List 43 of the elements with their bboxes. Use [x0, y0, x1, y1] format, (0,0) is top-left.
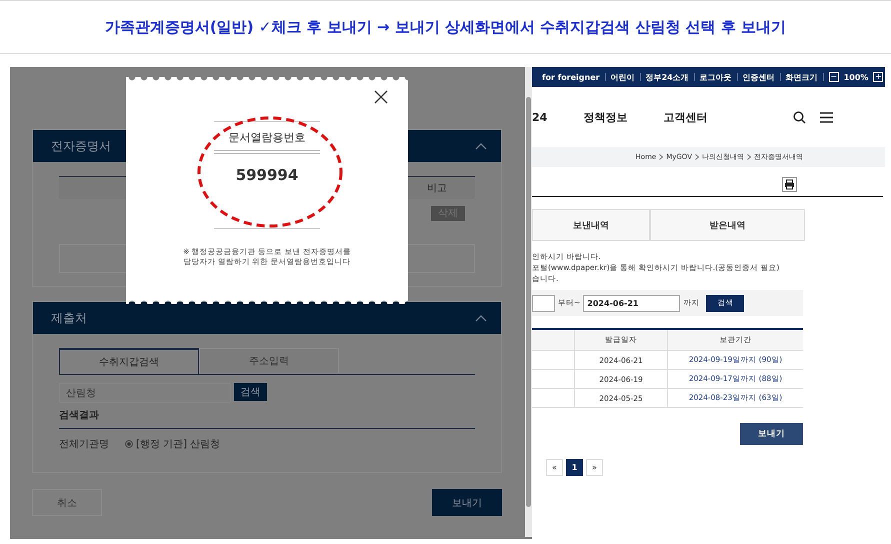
column-header: 비고	[427, 182, 447, 195]
page-title: 가족관계증명서(일반) ✓체크 후 보내기 → 보내기 상세화면에서 수취지갑검색 산림청 선택 후 보내기	[104, 18, 786, 36]
next-page-button[interactable]: »	[586, 459, 603, 476]
document-number: 599994	[236, 166, 298, 184]
nav-menu-item[interactable]: 고객센터	[663, 110, 708, 124]
radio-button[interactable]	[125, 440, 133, 448]
utility-link[interactable]: for foreigner	[542, 72, 600, 82]
utility-link[interactable]: 로그아웃	[700, 72, 732, 82]
search-button[interactable]: 검색	[234, 383, 267, 401]
nav-menu-item[interactable]: 정책정보	[583, 110, 628, 124]
date-field[interactable]	[532, 294, 555, 312]
zoom-out-button[interactable]: −	[828, 72, 839, 82]
chevron-right-icon	[659, 154, 664, 160]
send-button[interactable]: 보내기	[432, 489, 502, 516]
section-title: 제출처	[51, 310, 87, 326]
zoom-level: 100%	[844, 72, 868, 82]
search-icon[interactable]	[793, 110, 806, 124]
menu-icon[interactable]	[820, 112, 833, 122]
utility-link[interactable]: 인증센터	[742, 72, 775, 82]
send-button[interactable]: 보내기	[740, 423, 803, 445]
radio-label: [행정 기관] 산림청	[136, 438, 220, 451]
printer-icon[interactable]	[782, 177, 797, 192]
utility-link[interactable]: 정부24소개	[646, 72, 689, 82]
scrollbar[interactable]	[525, 67, 532, 537]
nav-menu-item[interactable]: 24	[532, 110, 548, 124]
previous-page-button[interactable]: «	[546, 459, 563, 476]
page-button[interactable]: 1	[566, 459, 583, 476]
tab[interactable]: 수취지갑검색	[59, 348, 199, 374]
chevron-right-icon	[695, 154, 699, 160]
tab[interactable]: 받은내역	[650, 209, 805, 241]
results-label: 검색결과	[59, 408, 475, 429]
chevron-up-icon[interactable]	[475, 314, 487, 322]
tab[interactable]: 보낸내역	[532, 209, 650, 241]
utility-link[interactable]: 화면크기	[786, 72, 818, 82]
section-title: 전자증명서	[51, 138, 111, 154]
chevron-right-icon	[747, 154, 751, 160]
number-heading: 문서열람용번호	[228, 130, 306, 145]
close-icon[interactable]	[374, 90, 388, 104]
chevron-up-icon[interactable]	[475, 142, 487, 150]
zoom-in-button[interactable]: +	[873, 72, 884, 82]
utility-link[interactable]: 어린이	[610, 72, 635, 82]
field-label: 전체기관명	[59, 438, 110, 451]
date-field[interactable]: 2024-06-21	[583, 294, 680, 312]
